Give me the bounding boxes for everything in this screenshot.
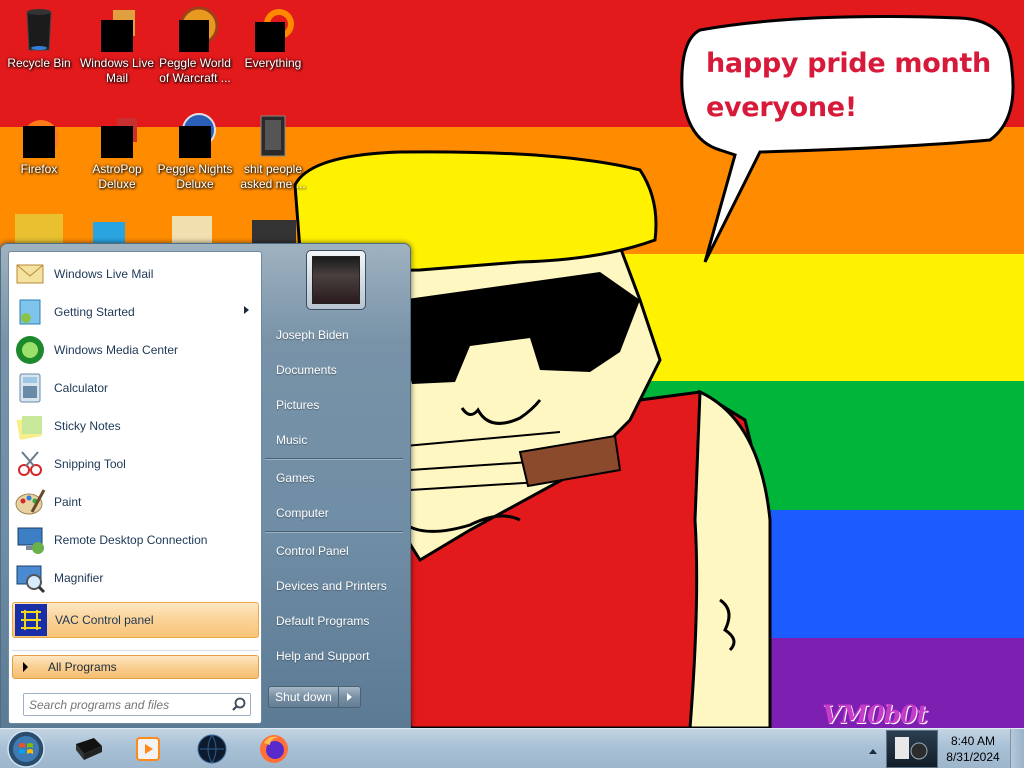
- program-calculator[interactable]: Calculator: [12, 370, 259, 406]
- media-player-icon: [136, 737, 160, 761]
- desktop-icon-astropop[interactable]: AstroPop Deluxe: [78, 106, 156, 198]
- desktop-icon-firefox[interactable]: Firefox: [0, 106, 78, 198]
- start-search-input[interactable]: [24, 697, 228, 712]
- firefox-icon: [15, 112, 63, 160]
- artist-signature: VM0b0t: [822, 700, 928, 728]
- right-item-help-and-support[interactable]: Help and Support: [268, 640, 408, 672]
- right-column-separator: [265, 531, 403, 533]
- start-button[interactable]: [3, 730, 49, 768]
- right-column-separator: [265, 458, 403, 460]
- submenu-arrow-icon: [244, 306, 249, 314]
- desktop-icon-recycle-bin[interactable]: Recycle Bin: [0, 0, 78, 92]
- program-snipping-tool[interactable]: Snipping Tool: [12, 446, 259, 482]
- shut-down-button[interactable]: Shut down: [268, 686, 339, 708]
- all-programs-arrow-icon: [23, 662, 28, 672]
- start-menu-separator: [12, 650, 259, 651]
- right-item-documents[interactable]: Documents: [268, 354, 408, 386]
- speech-line-2: everyone!: [706, 92, 857, 123]
- desktop-icon-windows-live-mail[interactable]: Windows Live Mail: [78, 0, 156, 92]
- start-menu-programs-pane: Windows Live Mail Getting Started Window…: [8, 251, 262, 724]
- desktop-icon-peggle-world-of-warcraft[interactable]: Peggle World of Warcraft ...: [156, 0, 234, 92]
- clock-time: 8:40 AM: [950, 734, 996, 748]
- paint-icon: [14, 486, 46, 518]
- calculator-icon: [14, 372, 46, 404]
- taskbar-pinned-app[interactable]: [60, 731, 116, 767]
- show-hidden-icons-button[interactable]: [864, 735, 882, 763]
- taskbar-firefox[interactable]: [246, 731, 302, 767]
- start-menu: Windows Live Mail Getting Started Window…: [0, 243, 411, 729]
- windows-live-mail-icon: [14, 258, 46, 290]
- partial-desktop-icon: [172, 216, 212, 244]
- astropop-icon: [93, 112, 141, 160]
- program-magnifier[interactable]: Magnifier: [12, 560, 259, 596]
- right-item-user-folder[interactable]: Joseph Biden: [268, 319, 408, 351]
- desktop-icon-peggle-nights[interactable]: Peggle Nights Deluxe: [156, 106, 234, 198]
- firefox-icon: [260, 735, 288, 763]
- peggle-nights-icon: [171, 112, 219, 160]
- program-windows-media-center[interactable]: Windows Media Center: [12, 332, 259, 368]
- speech-line-1: happy pride month: [706, 48, 991, 79]
- black-window-app-icon: [76, 738, 102, 760]
- windows-orb-icon: [7, 730, 45, 768]
- getting-started-icon: [14, 296, 46, 328]
- peggle-world-of-warcraft-icon: [171, 6, 219, 54]
- speech-bubble-text: happy pride month everyone!: [706, 42, 996, 130]
- taskbar: 8:40 AM 8/31/2024: [0, 728, 1024, 768]
- show-desktop-button[interactable]: [1010, 729, 1024, 768]
- right-item-pictures[interactable]: Pictures: [268, 389, 408, 421]
- shut-down-options-button[interactable]: [339, 686, 361, 708]
- program-remote-desktop-connection[interactable]: Remote Desktop Connection: [12, 522, 259, 558]
- right-item-default-programs[interactable]: Default Programs: [268, 605, 408, 637]
- right-item-devices-and-printers[interactable]: Devices and Printers: [268, 570, 408, 602]
- clock-date: 8/31/2024: [946, 750, 1000, 764]
- right-item-music[interactable]: Music: [268, 424, 408, 456]
- remote-desktop-icon: [14, 524, 46, 556]
- taskbar-globe-app[interactable]: [184, 731, 240, 767]
- vac-control-panel-icon: [15, 604, 47, 636]
- avatar: [312, 256, 360, 304]
- file-shortcut-icon: [249, 112, 297, 160]
- everything-search-icon: [249, 6, 297, 54]
- program-windows-live-mail[interactable]: Windows Live Mail: [12, 256, 259, 292]
- search-icon[interactable]: [228, 694, 250, 715]
- right-item-games[interactable]: Games: [268, 462, 408, 494]
- windows-live-mail-icon: [93, 6, 141, 54]
- sticky-notes-icon: [14, 410, 46, 442]
- program-paint[interactable]: Paint: [12, 484, 259, 520]
- start-search-box[interactable]: [23, 693, 251, 716]
- desktop-icon-shortcut-file[interactable]: shit people asked me ...: [234, 106, 312, 198]
- snipping-tool-icon: [14, 448, 46, 480]
- taskbar-media-player[interactable]: [120, 731, 176, 767]
- tray-app-icon[interactable]: [886, 730, 938, 768]
- desktop-icon-everything[interactable]: Everything: [234, 0, 312, 92]
- right-item-control-panel[interactable]: Control Panel: [268, 535, 408, 567]
- program-sticky-notes[interactable]: Sticky Notes: [12, 408, 259, 444]
- black-globe-app-icon: [197, 734, 227, 765]
- magnifier-icon: [14, 562, 46, 594]
- program-getting-started[interactable]: Getting Started: [12, 294, 259, 330]
- censor-block: [101, 20, 133, 52]
- system-clock[interactable]: 8:40 AM 8/31/2024: [938, 729, 1008, 768]
- media-center-icon: [14, 334, 46, 366]
- partial-desktop-icon: [93, 222, 125, 244]
- right-item-computer[interactable]: Computer: [268, 497, 408, 529]
- partial-desktop-icon: [252, 220, 296, 244]
- user-account-picture[interactable]: [306, 250, 366, 310]
- recycle-bin-icon: [15, 6, 63, 54]
- program-vac-control-panel[interactable]: VAC Control panel: [12, 602, 259, 638]
- all-programs-button[interactable]: All Programs: [12, 655, 259, 679]
- partial-desktop-icon: [15, 214, 63, 244]
